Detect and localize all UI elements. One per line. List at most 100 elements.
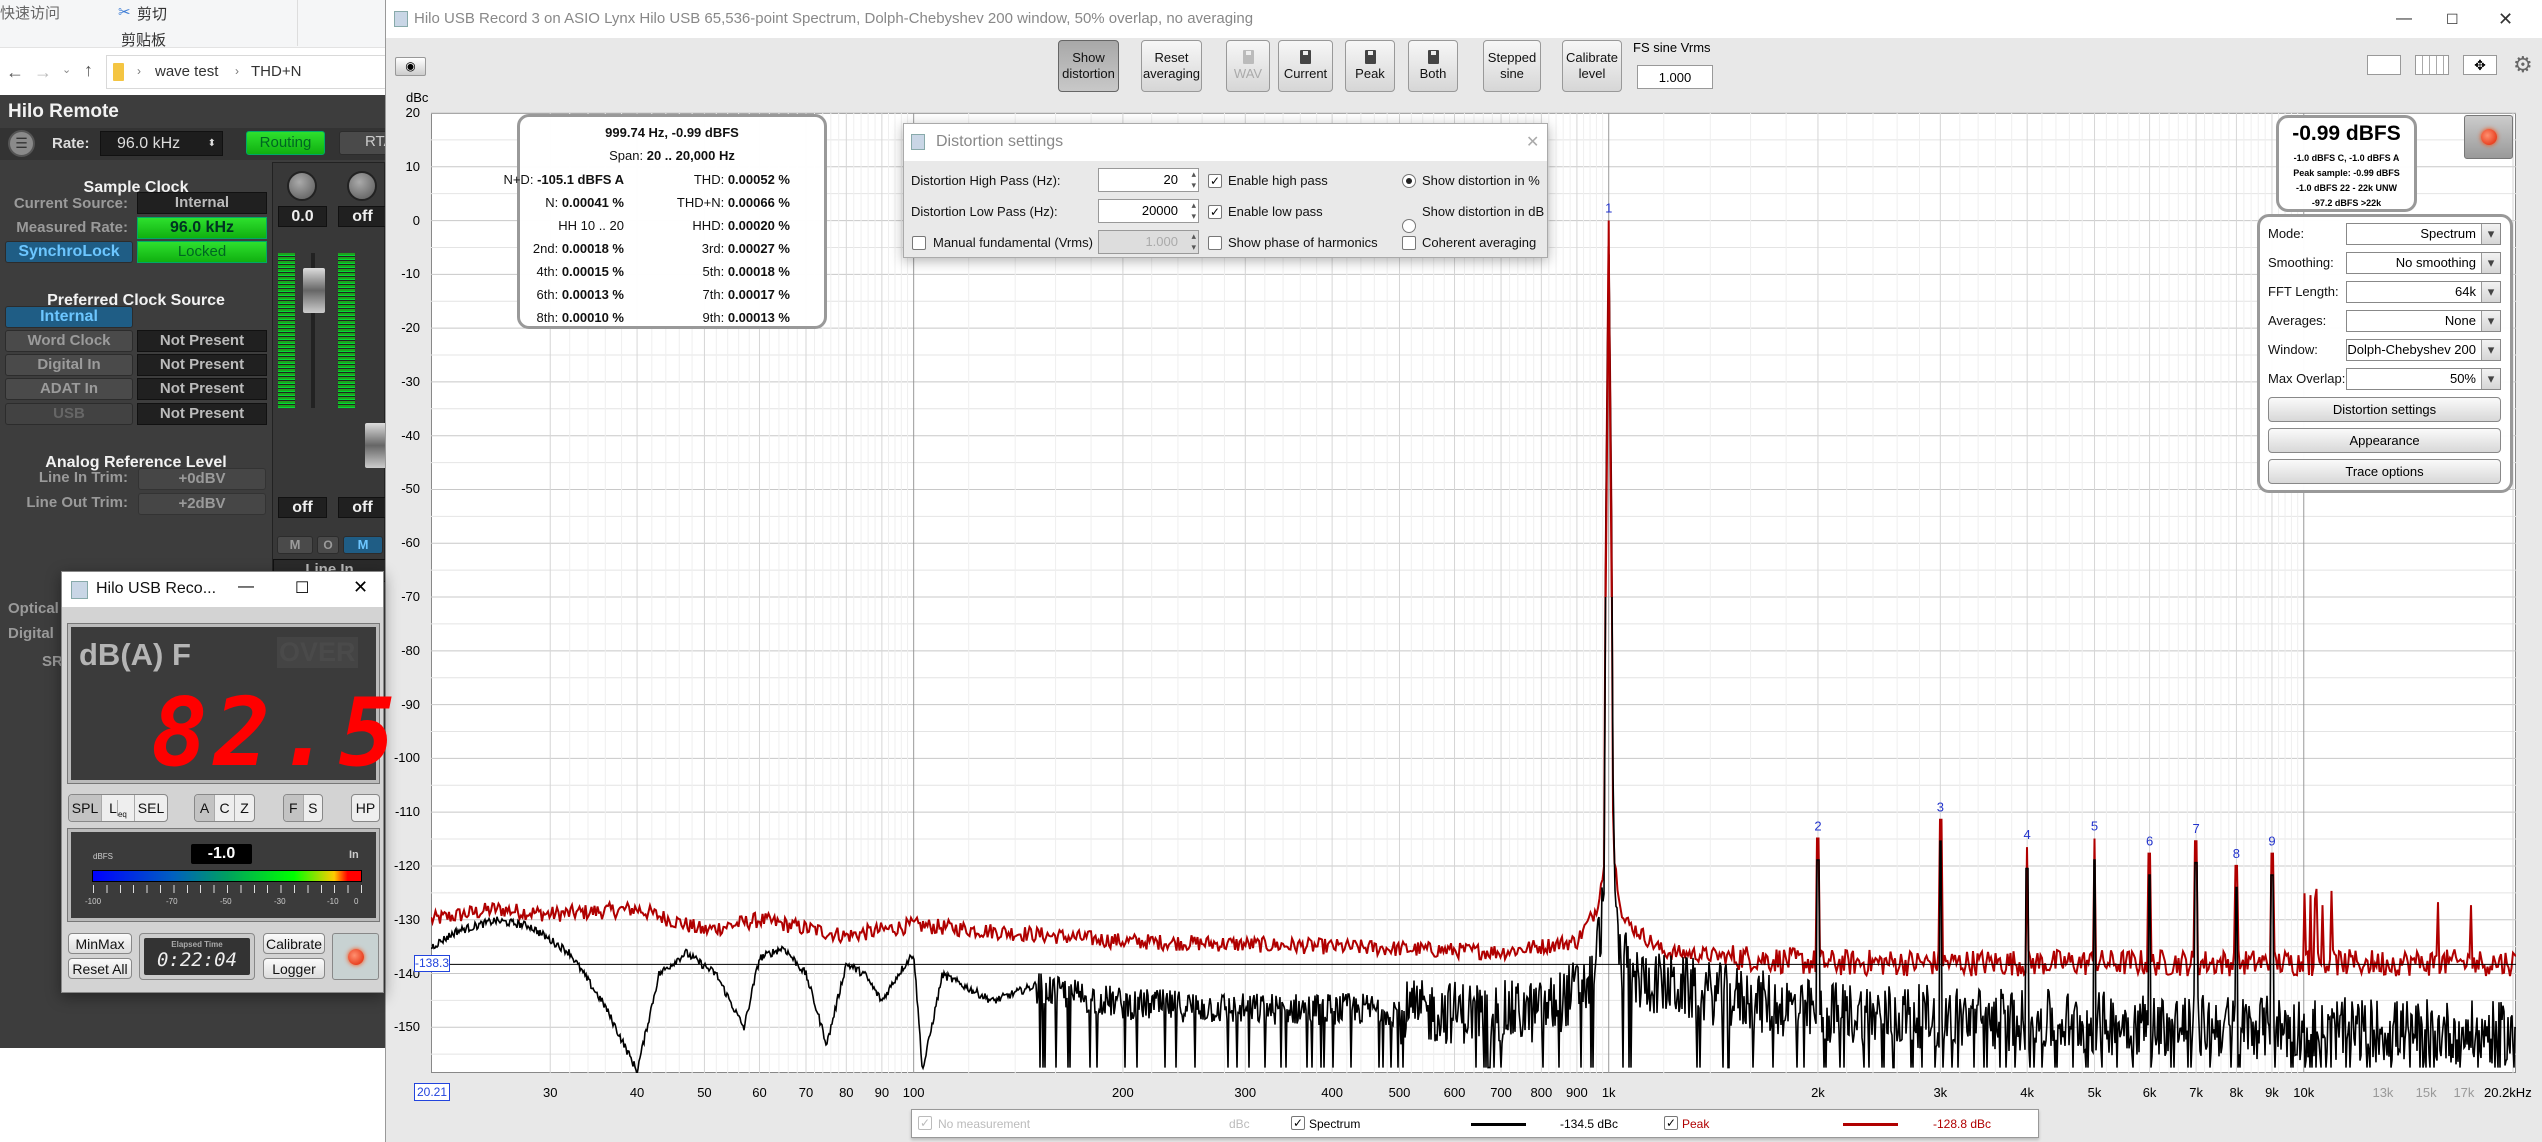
pan-arrows-icon[interactable]: ✥ <box>2463 55 2497 75</box>
control-dropdown-fftlength[interactable]: 64k <box>2346 281 2501 303</box>
peak-checkbox[interactable]: ✓ <box>1664 1116 1678 1130</box>
mute-button[interactable]: M <box>277 536 313 554</box>
rate-select[interactable]: 96.0 kHz ⬍ <box>100 131 223 156</box>
fader-handle[interactable] <box>303 268 325 313</box>
solo-button[interactable]: O <box>317 536 339 554</box>
trace-options-button[interactable]: Trace options <box>2268 459 2501 484</box>
x-start-readout[interactable]: 20.21 <box>414 1083 450 1101</box>
stat-item: THD+N: 0.00066 % <box>677 195 790 210</box>
show-db-radio[interactable] <box>1402 219 1416 233</box>
show-distortion-button[interactable]: Show distortion <box>1058 40 1119 92</box>
minimize-icon[interactable]: — <box>2396 0 2412 38</box>
distortion-settings-button[interactable]: Distortion settings <box>2268 397 2501 422</box>
recent-dropdown-icon[interactable]: ⌄ <box>62 63 71 76</box>
back-arrow-icon[interactable]: ← <box>6 62 24 83</box>
sel-toggle[interactable]: SEL <box>135 795 167 821</box>
breadcrumb-wave-test[interactable]: wave test <box>155 63 218 80</box>
zoom-fit-icon[interactable] <box>2367 55 2401 75</box>
menu-icon[interactable]: ☰ <box>8 130 35 157</box>
meter-record-button[interactable] <box>332 933 379 980</box>
low-pass-input[interactable]: 20000 <box>1098 199 1199 223</box>
pan-knob[interactable] <box>287 171 317 201</box>
clock-source-adat-in[interactable]: ADAT In <box>5 378 133 400</box>
slow-toggle[interactable]: S <box>304 795 323 821</box>
z-weighting-toggle[interactable]: Z <box>235 795 254 821</box>
gear-icon[interactable]: ⚙ <box>2513 52 2533 78</box>
forward-arrow-icon[interactable]: → <box>34 62 52 83</box>
control-dropdown-window[interactable]: Dolph-Chebyshev 200 <box>2346 339 2501 361</box>
mute-button[interactable]: M <box>343 536 383 554</box>
calibrate-button[interactable]: Calibrate <box>263 933 325 954</box>
save-both-button[interactable]: Both <box>1408 40 1458 92</box>
high-pass-input[interactable]: 20 <box>1098 168 1199 192</box>
a-weighting-toggle[interactable]: A <box>195 795 215 821</box>
maximize-icon[interactable]: ☐ <box>2446 0 2459 38</box>
spl-toggle[interactable]: SPL <box>69 795 102 821</box>
show-phase-label: Show phase of harmonics <box>1228 235 1378 250</box>
wav-button[interactable]: WAV <box>1226 40 1270 92</box>
clock-source-digital-in[interactable]: Digital In <box>5 354 133 376</box>
record-button[interactable] <box>2464 115 2513 159</box>
minmax-button[interactable]: MinMax <box>68 933 132 954</box>
up-arrow-icon[interactable]: ↑ <box>84 60 93 81</box>
rew-title-bar: Hilo USB Record 3 on ASIO Lynx Hilo USB … <box>386 0 2542 38</box>
sr-label: SR <box>42 653 63 670</box>
pan-knob[interactable] <box>347 171 377 201</box>
coherent-averaging-checkbox[interactable] <box>1402 236 1416 250</box>
folder-icon <box>113 63 124 81</box>
show-percent-radio[interactable] <box>1402 174 1416 188</box>
save-peak-button[interactable]: Peak <box>1345 40 1395 92</box>
synchrolock-button[interactable]: SynchroLock <box>5 241 133 263</box>
clock-source-internal[interactable]: Internal <box>5 306 133 328</box>
spectrum-checkbox[interactable]: ✓ <box>1291 1116 1305 1130</box>
enable-low-pass-checkbox[interactable]: ✓ <box>1208 205 1222 219</box>
y-tick-label: 20 <box>405 105 420 120</box>
close-icon[interactable]: ✕ <box>1526 132 1539 152</box>
reset-averaging-button[interactable]: Reset averaging <box>1141 40 1202 92</box>
line-out-trim-select[interactable]: +2dBV <box>138 493 266 515</box>
columns-icon[interactable] <box>2415 55 2449 75</box>
minimize-icon[interactable]: — <box>238 578 254 596</box>
control-dropdown-smoothing[interactable]: No smoothing <box>2346 252 2501 274</box>
quick-access-label[interactable]: 快速访问 <box>0 2 60 23</box>
scale-label: 0 <box>354 897 359 906</box>
show-phase-checkbox[interactable] <box>1208 236 1222 250</box>
clock-source-usb[interactable]: USB <box>5 403 133 425</box>
reset-all-button[interactable]: Reset All <box>68 958 132 979</box>
enable-high-pass-checkbox[interactable]: ✓ <box>1208 174 1222 188</box>
leq-toggle[interactable]: Leq <box>102 795 135 821</box>
ribbon-divider <box>297 0 298 46</box>
cursor-level-readout[interactable]: -138.3 <box>414 955 450 972</box>
line-in-trim-select[interactable]: +0dBV <box>138 468 266 490</box>
control-dropdown-averages[interactable]: None <box>2346 310 2501 332</box>
cut-button[interactable]: 剪切 <box>137 3 167 24</box>
manual-fundamental-checkbox[interactable] <box>912 236 926 250</box>
fast-toggle[interactable]: F <box>284 795 304 821</box>
x-tick-label: 13k <box>2372 1085 2394 1100</box>
hp-toggle[interactable]: HP <box>352 795 379 821</box>
fs-sine-input[interactable] <box>1637 65 1713 89</box>
close-icon[interactable]: ✕ <box>353 577 368 598</box>
label: Calibrate <box>1565 50 1619 65</box>
control-dropdown-mode[interactable]: Spectrum <box>2346 223 2501 245</box>
close-icon[interactable]: ✕ <box>2498 0 2513 38</box>
stat-value: 0.00010 % <box>561 310 624 325</box>
breadcrumb-thd-n[interactable]: THD+N <box>251 63 301 80</box>
camera-icon[interactable]: ◉ <box>395 57 426 76</box>
clock-source-word-clock[interactable]: Word Clock <box>5 330 133 352</box>
address-bar[interactable]: › wave test › THD+N <box>106 55 396 89</box>
appearance-button[interactable]: Appearance <box>2268 428 2501 453</box>
logger-button[interactable]: Logger <box>263 958 325 979</box>
calibrate-level-button[interactable]: Calibrate level <box>1562 40 1622 92</box>
manual-fundamental-input[interactable]: 1.000 <box>1098 230 1199 254</box>
stat-key: 9th: <box>702 310 725 325</box>
label: Peak <box>1355 66 1385 81</box>
low-pass-label: Distortion Low Pass (Hz): <box>911 204 1058 219</box>
c-weighting-toggle[interactable]: C <box>215 795 235 821</box>
save-current-button[interactable]: Current <box>1278 40 1333 92</box>
maximize-icon[interactable]: ☐ <box>295 578 309 598</box>
no-measurement-checkbox[interactable]: ✓ <box>918 1116 932 1130</box>
control-dropdown-maxoverlap[interactable]: 50% <box>2346 368 2501 390</box>
routing-button[interactable]: Routing <box>246 131 325 155</box>
stepped-sine-button[interactable]: Stepped sine <box>1483 40 1541 92</box>
